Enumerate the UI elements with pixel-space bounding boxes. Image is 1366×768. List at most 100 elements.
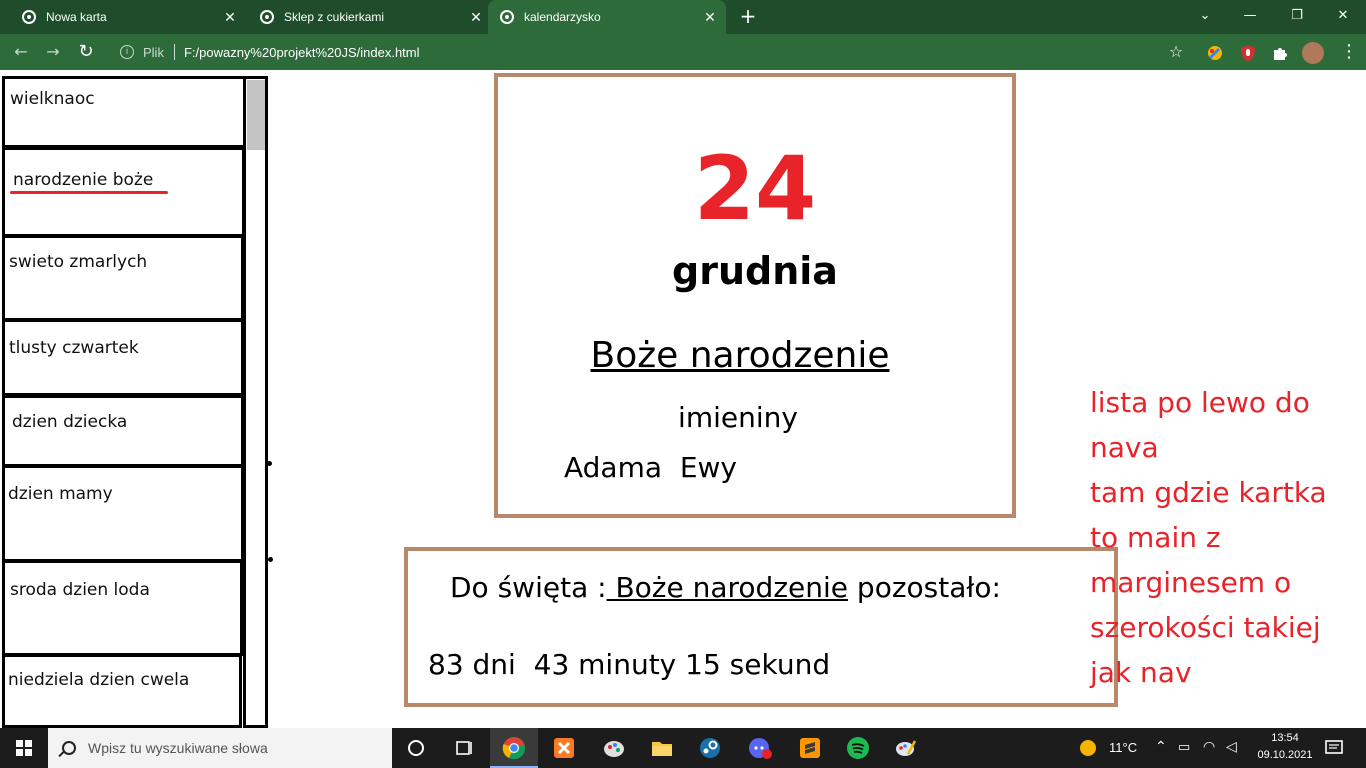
holiday-title: Boże narodzenie — [590, 335, 890, 376]
forward-arrow-icon[interactable]: → — [42, 41, 64, 63]
tab-title: kalendarzysko — [524, 10, 601, 24]
red-underline-annotation — [10, 191, 168, 194]
taskbar-search[interactable]: Wpisz tu wyszukiwane słowa — [48, 728, 392, 768]
spotify-icon[interactable] — [846, 736, 870, 760]
nav-scrollbar[interactable] — [243, 76, 268, 728]
windows-logo-icon — [16, 740, 32, 756]
stray-dot — [268, 557, 273, 562]
close-tab-icon[interactable]: ✕ — [468, 9, 484, 25]
wifi-icon[interactable]: ◠ — [1203, 738, 1215, 755]
countdown-remaining: 83 dni 43 minuty 15 sekund — [428, 648, 831, 681]
weather-sun-icon[interactable] — [1078, 738, 1098, 758]
cortana-icon[interactable] — [404, 736, 428, 760]
nav-item-swieto-zmarlych[interactable]: swieto zmarlych — [2, 235, 244, 321]
close-tab-icon[interactable]: ✕ — [702, 9, 718, 25]
task-view-icon[interactable] — [452, 736, 476, 760]
battery-icon[interactable]: ▭ — [1178, 739, 1190, 755]
address-separator — [173, 44, 175, 60]
day-number: 24 — [693, 137, 817, 240]
maximize-button[interactable]: ❐ — [1285, 4, 1309, 28]
extension-shield-icon[interactable] — [1239, 44, 1257, 62]
reload-icon[interactable]: ↻ — [75, 41, 97, 63]
note-line: tam gdzie kartka — [1090, 476, 1327, 509]
stray-dot — [267, 461, 272, 466]
sublime-text-icon[interactable] — [798, 736, 822, 760]
tab-search-icon[interactable]: ⌄ — [1193, 4, 1217, 28]
file-explorer-icon[interactable] — [650, 736, 674, 760]
chrome-icon[interactable] — [502, 736, 526, 760]
tab-nowa-karta[interactable]: Nowa karta ✕ — [10, 0, 242, 34]
nav-item-wielkanoc[interactable]: wielknaoc — [2, 76, 246, 148]
paint-icon[interactable] — [602, 736, 626, 760]
nav-item-sroda-dzien-loda[interactable]: sroda dzien loda — [2, 560, 243, 656]
close-window-button[interactable]: ✕ — [1331, 4, 1355, 28]
tray-chevron-up-icon[interactable]: ⌃ — [1155, 738, 1167, 755]
countdown-suffix: pozostało: — [848, 571, 1001, 604]
countdown-prefix: Do święta : — [450, 571, 607, 604]
countdown-holiday: Boże narodzenie — [606, 571, 849, 604]
nav-item-tlusty-czwartek[interactable]: tlusty czwartek — [2, 319, 244, 396]
holiday-nav: wielknaoc narodzenie boże swieto zmarlyc… — [0, 76, 273, 728]
minimize-button[interactable]: — — [1238, 4, 1262, 28]
nameday-names: Adama Ewy — [564, 451, 737, 484]
nav-item-niedziela[interactable]: niedziela dzien cwela — [2, 654, 242, 728]
month-name: grudnia — [672, 249, 838, 293]
new-tab-button[interactable]: + — [738, 6, 758, 26]
close-tab-icon[interactable]: ✕ — [222, 9, 238, 25]
search-placeholder[interactable]: Wpisz tu wyszukiwane słowa — [88, 740, 268, 756]
volume-icon[interactable]: ◁ — [1226, 738, 1237, 755]
steam-icon[interactable] — [698, 736, 722, 760]
nav-item-label: dzien mamy — [8, 484, 113, 504]
chrome-favicon-icon — [22, 10, 36, 24]
note-line: marginesem o — [1090, 566, 1292, 599]
extension-brush-icon[interactable] — [1206, 44, 1224, 62]
nav-item-label: swieto zmarlych — [9, 252, 148, 272]
search-icon — [62, 741, 76, 755]
nav-item-dzien-dziecka[interactable]: dzien dziecka — [2, 395, 244, 467]
note-line: jak nav — [1090, 656, 1192, 689]
nav-item-label: dzien dziecka — [12, 412, 128, 432]
nav-item-label: narodzenie boże — [13, 170, 154, 190]
profile-avatar[interactable] — [1302, 42, 1324, 64]
nav-item-label: sroda dzien loda — [10, 580, 150, 600]
chrome-favicon-icon — [260, 10, 274, 24]
nav-item-label: wielknaoc — [10, 89, 95, 109]
note-line: nava — [1090, 431, 1159, 464]
note-line: szerokości takiej — [1090, 611, 1321, 644]
back-arrow-icon[interactable]: ← — [10, 41, 32, 63]
chrome-favicon-icon — [500, 10, 514, 24]
browser-tab-bar: Nowa karta ✕ Sklep z cukierkami ✕ kalend… — [0, 0, 1366, 34]
clock-time[interactable]: 13:54 — [1253, 732, 1317, 744]
tab-title: Nowa karta — [46, 10, 107, 24]
calendar-card: 24 grudnia Boże narodzenie imieniny Adam… — [494, 73, 1016, 518]
scheme-label: Plik — [143, 44, 164, 60]
countdown-box: Do święta : Boże narodzenie pozostało: 8… — [404, 547, 1118, 707]
tab-sklep-z-cukierkami[interactable]: Sklep z cukierkami ✕ — [248, 0, 488, 34]
paint-3d-icon[interactable] — [894, 736, 918, 760]
nav-item-label: tlusty czwartek — [9, 338, 139, 358]
page-content: wielknaoc narodzenie boże swieto zmarlyc… — [0, 70, 1366, 728]
discord-icon[interactable] — [748, 736, 772, 760]
url-text[interactable]: F:/powazny%20projekt%20JS/index.html — [184, 45, 420, 60]
tab-title: Sklep z cukierkami — [284, 10, 385, 24]
bookmark-star-icon[interactable]: ☆ — [1166, 42, 1186, 62]
note-line: lista po lewo do — [1090, 386, 1310, 419]
menu-kebab-icon[interactable]: ⋮ — [1338, 41, 1360, 63]
notification-center-icon[interactable] — [1322, 736, 1346, 760]
nav-item-dzien-mamy[interactable]: dzien mamy — [2, 465, 244, 562]
countdown-heading: Do święta : Boże narodzenie pozostało: — [450, 568, 1001, 608]
xampp-icon[interactable] — [552, 736, 576, 760]
weather-temperature[interactable]: 11°C — [1109, 740, 1137, 755]
clock-date[interactable]: 09.10.2021 — [1253, 749, 1317, 761]
tab-kalendarzysko[interactable]: kalendarzysko ✕ — [488, 0, 726, 34]
windows-taskbar: Wpisz tu wyszukiwane słowa 11°C ⌃ ▭ ◠ ◁ … — [0, 728, 1366, 768]
address-bar[interactable]: i Plik F:/powazny%20projekt%20JS/index.h… — [108, 38, 1198, 66]
browser-toolbar: ← → ↻ i Plik F:/powazny%20projekt%20JS/i… — [0, 34, 1366, 70]
nav-item-label: niedziela dzien cwela — [8, 670, 190, 690]
start-button[interactable] — [0, 728, 48, 768]
layout-note: lista po lewo do nava tam gdzie kartka t… — [1090, 380, 1360, 695]
note-line: to main z — [1090, 521, 1221, 554]
nav-scrollbar-thumb[interactable] — [247, 80, 265, 150]
site-info-icon[interactable]: i — [120, 45, 134, 59]
extensions-puzzle-icon[interactable] — [1271, 44, 1289, 62]
